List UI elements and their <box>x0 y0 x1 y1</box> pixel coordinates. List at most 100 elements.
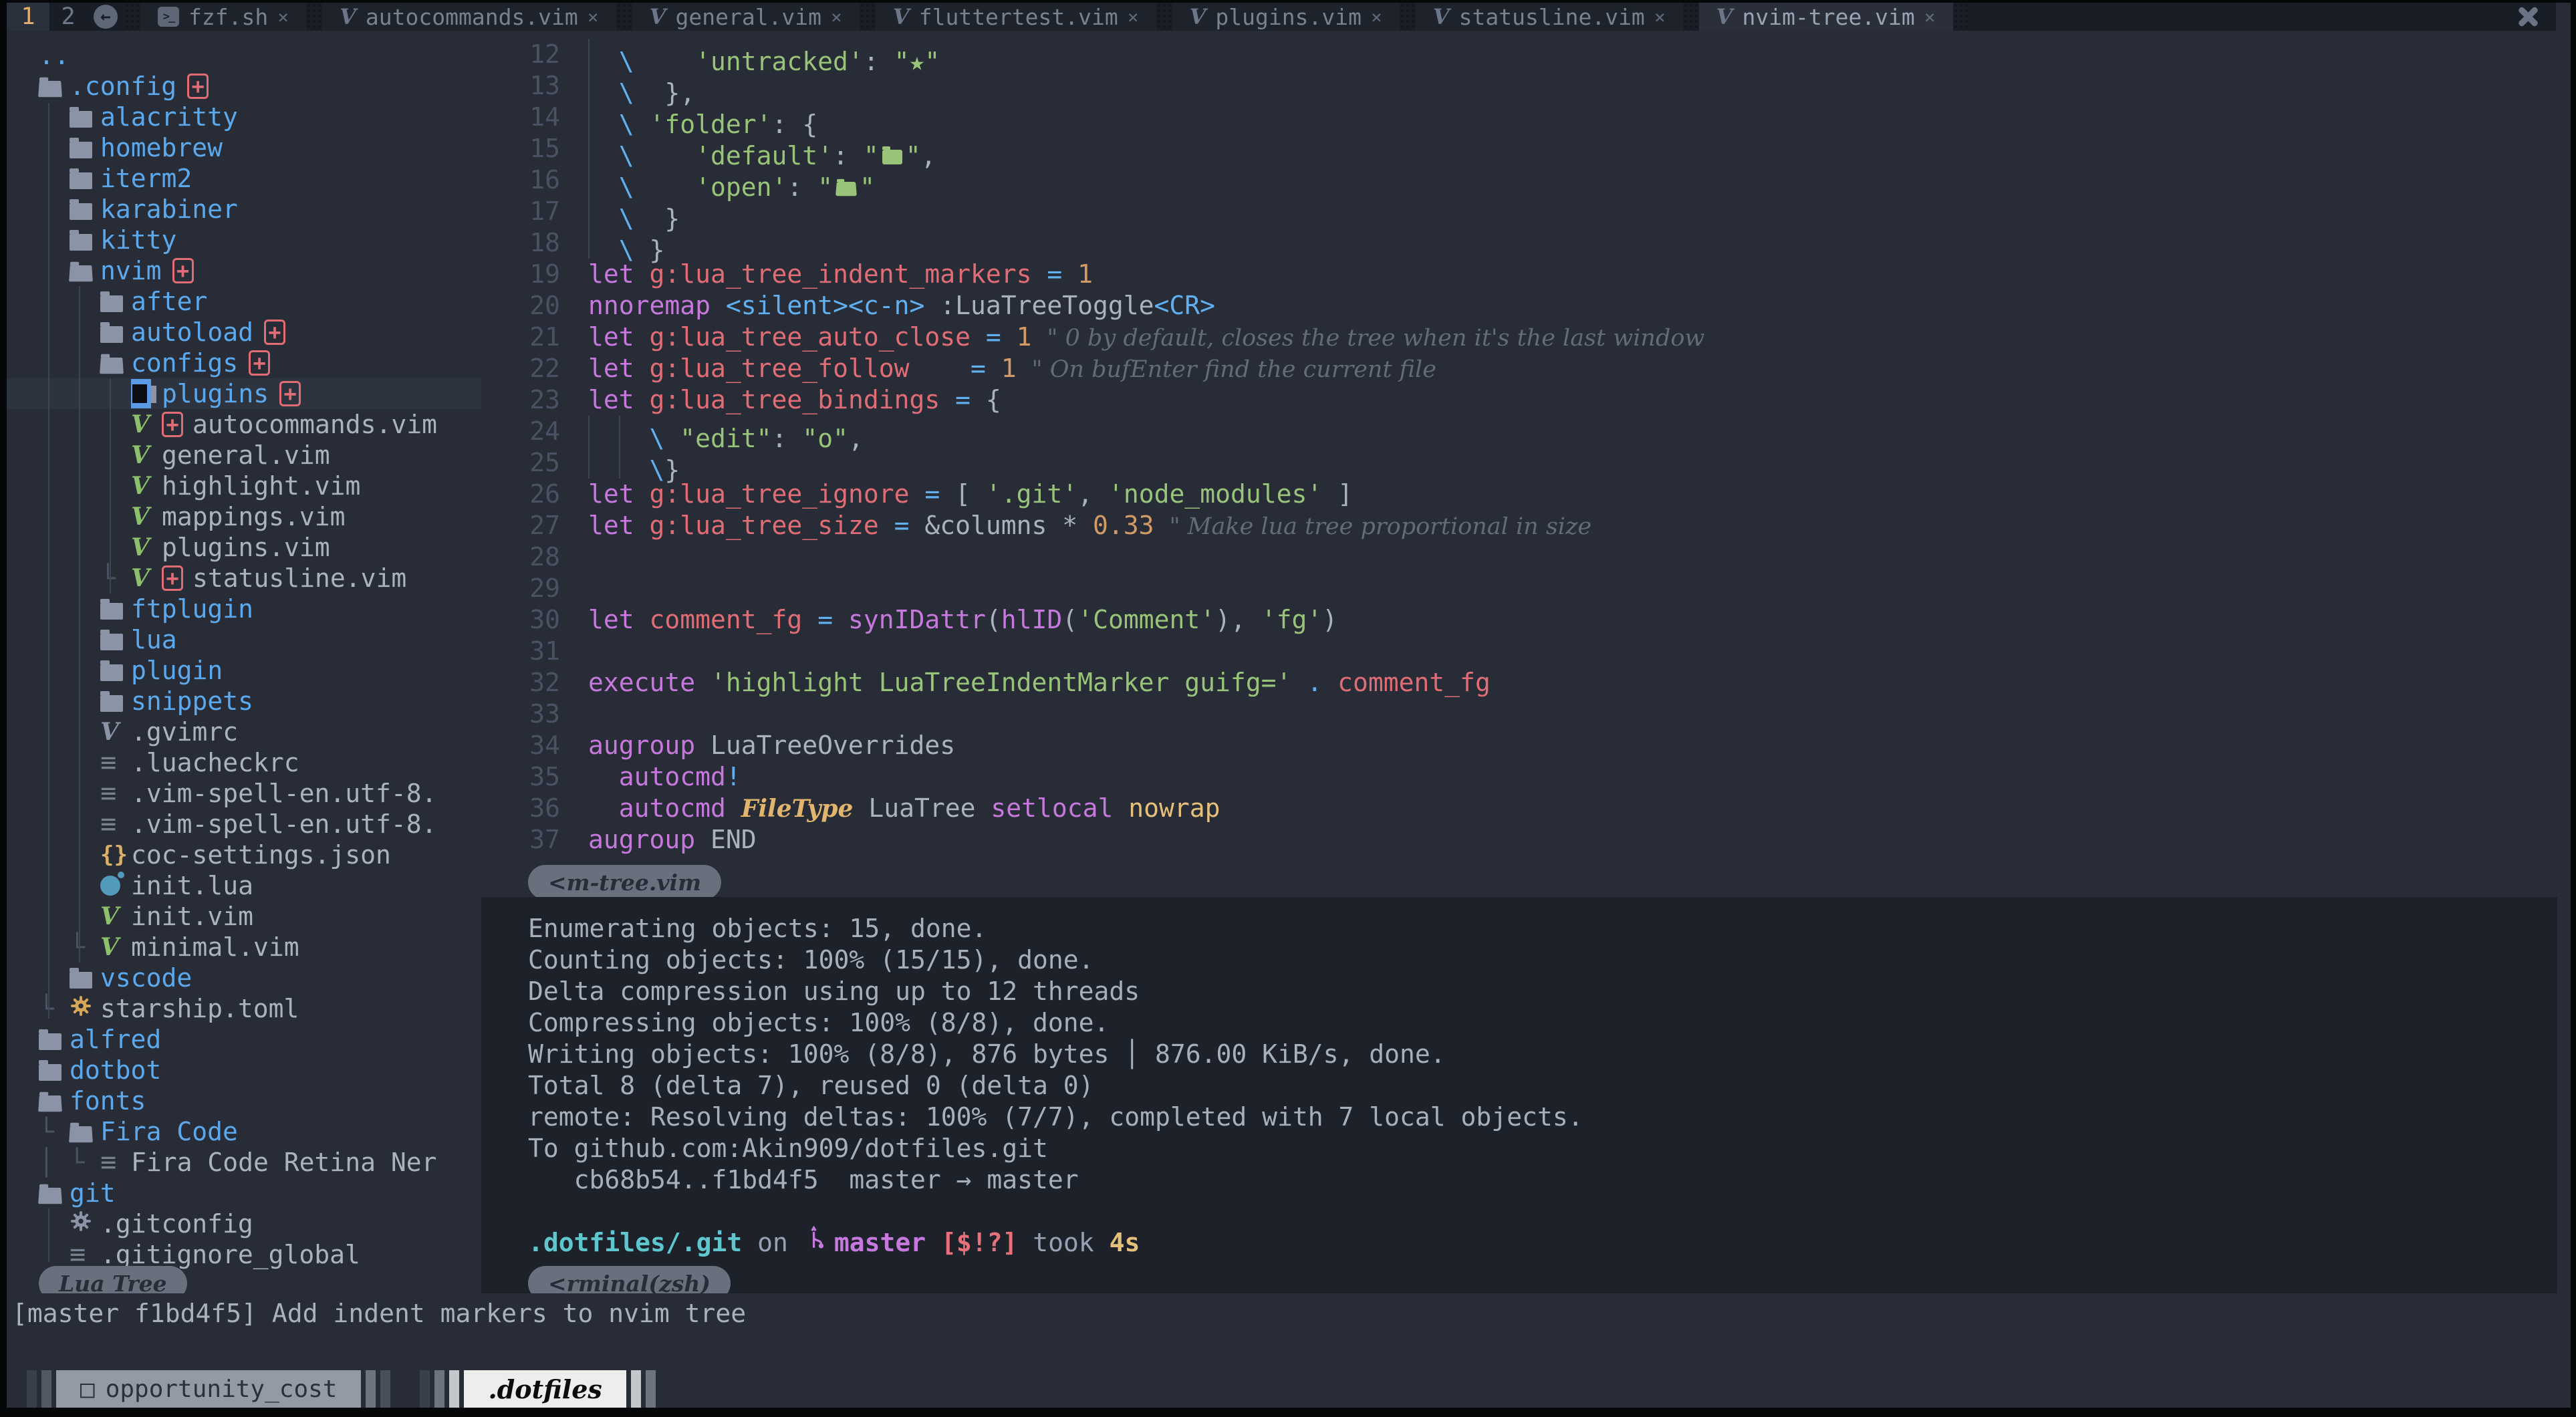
code-line[interactable]: 19let g:lua_tree_indent_markers = 1 <box>481 259 2557 290</box>
code-line[interactable]: 37augroup END <box>481 824 2557 856</box>
file-tree[interactable]: ...config+alacrittyhomebrewiterm2karabin… <box>7 31 481 1293</box>
tree-item-statusline.vim[interactable]: └ V+statusline.vim <box>7 563 481 594</box>
code-line[interactable]: 27let g:lua_tree_size = &columns * 0.33 … <box>481 510 2557 541</box>
code-line[interactable]: 18 \ } <box>481 227 2557 259</box>
code-line[interactable]: 31 <box>481 636 2557 667</box>
code-line[interactable]: 34augroup LuaTreeOverrides <box>481 730 2557 761</box>
buffer-close-icon[interactable]: × <box>1371 6 1382 28</box>
code-text: \} <box>588 447 680 479</box>
tree-item-coc-settings.json[interactable]: {}coc-settings.json <box>7 840 481 870</box>
buffer-close-icon[interactable]: × <box>1924 6 1936 28</box>
tree-item-mappings.vim[interactable]: Vmappings.vim <box>7 501 481 532</box>
tree-item-homebrew[interactable]: homebrew <box>7 132 481 163</box>
tree-item-init.lua[interactable]: init.lua <box>7 870 481 901</box>
tab-separator <box>306 3 322 31</box>
tree-item-dotbot[interactable]: dotbot <box>7 1055 481 1085</box>
code-line[interactable]: 22let g:lua_tree_follow = 1 " On bufEnte… <box>481 353 2557 384</box>
buffer-tab-statusline.vim[interactable]: Vstatusline.vim× <box>1416 3 1683 31</box>
tree-item-Fira-Code-Retina-Ner[interactable]: │ └ ≡Fira Code Retina Ner <box>7 1147 481 1178</box>
tree-item-highlight.vim[interactable]: Vhighlight.vim <box>7 471 481 501</box>
folder-open-icon <box>38 1187 62 1203</box>
tree-item-.vim-spell-en.utf-8.[interactable]: ≡.vim-spell-en.utf-8. <box>7 809 481 840</box>
code-line[interactable]: 32execute 'highlight LuaTreeIndentMarker… <box>481 667 2557 698</box>
tree-item-.gitconfig[interactable]: .gitconfig <box>7 1208 481 1239</box>
tree-connector: └ <box>39 994 70 1023</box>
terminal-line: Delta compression using up to 12 threads <box>528 976 2557 1007</box>
code-line[interactable]: 30let comment_fg = synIDattr(hlID('Comme… <box>481 604 2557 636</box>
tree-item-..[interactable]: .. <box>7 40 481 71</box>
code-line[interactable]: 26let g:lua_tree_ignore = [ '.git', 'nod… <box>481 479 2557 510</box>
tree-item-plugins[interactable]: plugins+ <box>7 378 481 409</box>
buffer-close-icon[interactable]: × <box>831 6 842 28</box>
gear-icon <box>70 994 92 1023</box>
tree-item-fonts[interactable]: fonts <box>7 1085 481 1116</box>
code-editor[interactable]: 12 \ 'untracked': "★"13 \ },14 \ 'folder… <box>481 31 2557 897</box>
tree-item-lua[interactable]: lua <box>7 624 481 655</box>
tree-item-alacritty[interactable]: alacritty <box>7 102 481 132</box>
tree-item-label: init.vim <box>131 902 253 931</box>
tree-item-karabiner[interactable]: karabiner <box>7 194 481 225</box>
tab-number-2[interactable]: 2 <box>49 3 87 31</box>
tmux-window-dotfiles[interactable]: .dotfiles <box>420 1370 655 1408</box>
terminal-pane[interactable]: Enumerating objects: 15, done.Counting o… <box>481 897 2557 1293</box>
tree-item-.luacheckrc[interactable]: ≡.luacheckrc <box>7 747 481 778</box>
buffer-close-icon[interactable]: × <box>1654 6 1666 28</box>
tree-item-kitty[interactable]: kitty <box>7 225 481 255</box>
buffer-close-icon[interactable]: × <box>277 6 289 28</box>
code-line[interactable]: 29 <box>481 573 2557 604</box>
code-line[interactable]: 21let g:lua_tree_auto_close = 1 " 0 by d… <box>481 321 2557 353</box>
tree-item-minimal.vim[interactable]: └ Vminimal.vim <box>7 932 481 962</box>
code-line[interactable]: 16 \ 'open': "" <box>481 164 2557 196</box>
code-line[interactable]: 33 <box>481 698 2557 730</box>
tree-item-plugins.vim[interactable]: Vplugins.vim <box>7 532 481 563</box>
code-line[interactable]: 24 \ "edit": "o", <box>481 416 2557 447</box>
tree-icon-cell <box>70 168 100 189</box>
tree-item-vscode[interactable]: vscode <box>7 962 481 993</box>
tree-item-Fira-Code[interactable]: └ Fira Code <box>7 1116 481 1147</box>
tree-item-alfred[interactable]: alfred <box>7 1024 481 1055</box>
code-line[interactable]: 20nnoremap <silent><c-n> :LuaTreeToggle<… <box>481 290 2557 321</box>
buffer-close-icon[interactable]: × <box>588 6 599 28</box>
code-line[interactable]: 35 autocmd! <box>481 761 2557 793</box>
code-line[interactable]: 28 <box>481 541 2557 573</box>
git-new-icon: + <box>172 258 194 283</box>
close-all-icon[interactable] <box>2516 5 2539 28</box>
buffer-tab-autocommands.vim[interactable]: Vautocommands.vim× <box>322 3 616 31</box>
buffer-tab-plugins.vim[interactable]: Vplugins.vim× <box>1172 3 1400 31</box>
tree-item-autocommands.vim[interactable]: V+autocommands.vim <box>7 409 481 440</box>
tmux-window-opportunity-cost[interactable]: □ opportunity_cost <box>27 1370 390 1408</box>
tree-item-configs[interactable]: configs+ <box>7 348 481 378</box>
tree-item-.vim-spell-en.utf-8.[interactable]: ≡.vim-spell-en.utf-8. <box>7 778 481 809</box>
tree-item-iterm2[interactable]: iterm2 <box>7 163 481 194</box>
buffer-tab-fzf.sh[interactable]: >_fzf.sh× <box>140 3 306 31</box>
buffer-tab-general.vim[interactable]: Vgeneral.vim× <box>632 3 860 31</box>
code-line[interactable]: 23let g:lua_tree_bindings = { <box>481 384 2557 416</box>
tree-item-general.vim[interactable]: Vgeneral.vim <box>7 440 481 471</box>
buffer-tab-fluttertest.vim[interactable]: Vfluttertest.vim× <box>876 3 1156 31</box>
tree-item-git[interactable]: git <box>7 1178 481 1208</box>
tree-item-autoload[interactable]: autoload+ <box>7 317 481 348</box>
buffer-close-icon[interactable]: × <box>1128 6 1139 28</box>
tree-item-nvim[interactable]: nvim+ <box>7 255 481 286</box>
code-line[interactable]: 14 \ 'folder': { <box>481 102 2557 133</box>
folder-icon <box>100 664 123 681</box>
tree-item-snippets[interactable]: snippets <box>7 686 481 717</box>
buffer-tab-nvim-tree.vim[interactable]: Vnvim-tree.vim× <box>1699 3 1953 31</box>
code-line[interactable]: 36 autocmd FileType LuaTree setlocal now… <box>481 793 2557 824</box>
code-line[interactable]: 15 \ 'default': "", <box>481 133 2557 164</box>
tree-item-after[interactable]: after <box>7 286 481 317</box>
code-line[interactable]: 12 \ 'untracked': "★" <box>481 39 2557 70</box>
tree-item-ftplugin[interactable]: ftplugin <box>7 594 481 624</box>
folder-icon <box>70 142 92 158</box>
circle-arrow-icon[interactable]: ← <box>94 5 118 29</box>
folder-icon <box>100 326 123 343</box>
tree-item-.config[interactable]: .config+ <box>7 71 481 102</box>
tab-separator <box>860 3 876 31</box>
tree-item-.gvimrc[interactable]: V.gvimrc <box>7 717 481 747</box>
tree-item-starship.toml[interactable]: └ starship.toml <box>7 993 481 1024</box>
folder-open-icon <box>69 1126 93 1142</box>
tree-item-init.vim[interactable]: Vinit.vim <box>7 901 481 932</box>
tree-item-plugin[interactable]: plugin <box>7 655 481 686</box>
tab-number-1[interactable]: 1 <box>7 3 49 31</box>
line-number: 21 <box>481 321 588 353</box>
